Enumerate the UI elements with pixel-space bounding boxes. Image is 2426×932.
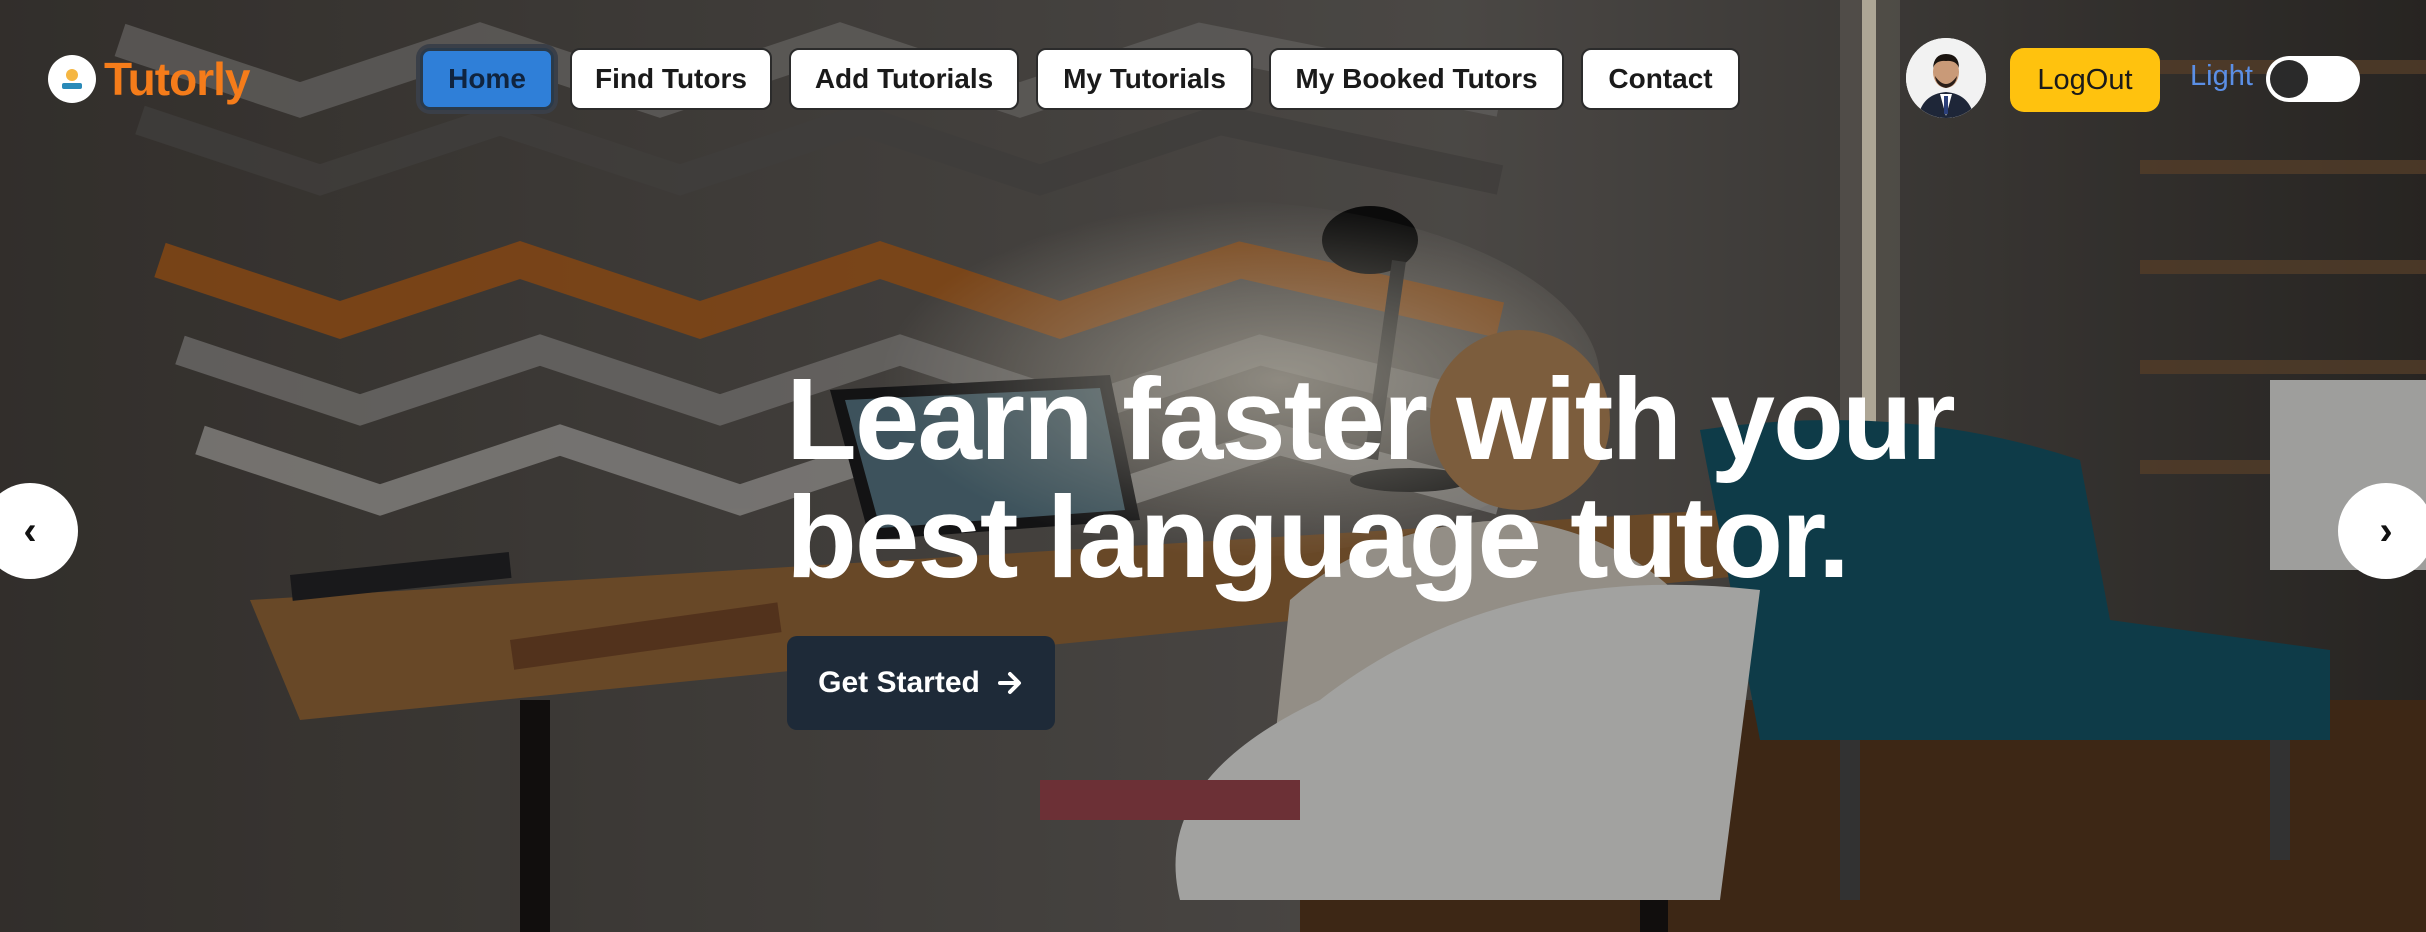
user-avatar[interactable] [1906, 38, 1986, 118]
toggle-knob [2270, 60, 2308, 98]
nav-my-booked-tutors-label: My Booked Tutors [1295, 63, 1538, 94]
nav-my-booked-tutors[interactable]: My Booked Tutors [1269, 48, 1564, 110]
nav-contact[interactable]: Contact [1581, 48, 1740, 110]
logout-label: LogOut [2037, 63, 2133, 96]
nav-add-tutorials[interactable]: Add Tutorials [789, 48, 1019, 110]
carousel-next-button[interactable]: › [2338, 483, 2426, 579]
brand-name: Tutorly [104, 53, 250, 105]
hero-headline: Learn faster with your best language tut… [786, 360, 2086, 596]
nav-home[interactable]: Home [420, 48, 554, 110]
theme-label: Light [2190, 60, 2253, 92]
nav-my-tutorials-label: My Tutorials [1063, 63, 1226, 94]
nav-my-tutorials[interactable]: My Tutorials [1036, 48, 1253, 110]
brand-logo[interactable]: Tutorly [48, 52, 250, 106]
get-started-label: Get Started [818, 666, 980, 699]
hero-headline-line2: best language tutor. [786, 472, 1850, 602]
nav-home-label: Home [448, 63, 526, 94]
arrow-right-icon [997, 672, 1021, 694]
get-started-button[interactable]: Get Started [787, 636, 1055, 730]
nav-find-tutors[interactable]: Find Tutors [570, 48, 772, 110]
nav-find-tutors-label: Find Tutors [595, 63, 747, 94]
chevron-right-icon: › [2379, 508, 2393, 553]
theme-toggle[interactable] [2266, 56, 2360, 102]
chevron-left-icon: ‹ [23, 508, 37, 553]
top-navbar: Tutorly Home Find Tutors Add Tutorials M… [0, 0, 2426, 160]
user-avatar-icon [1906, 38, 1986, 118]
nav-add-tutorials-label: Add Tutorials [814, 63, 994, 94]
tutorly-logo-icon [48, 55, 96, 103]
logout-button[interactable]: LogOut [2010, 48, 2160, 112]
nav-contact-label: Contact [1608, 63, 1713, 94]
hero-headline-line1: Learn faster with your [786, 354, 1956, 484]
